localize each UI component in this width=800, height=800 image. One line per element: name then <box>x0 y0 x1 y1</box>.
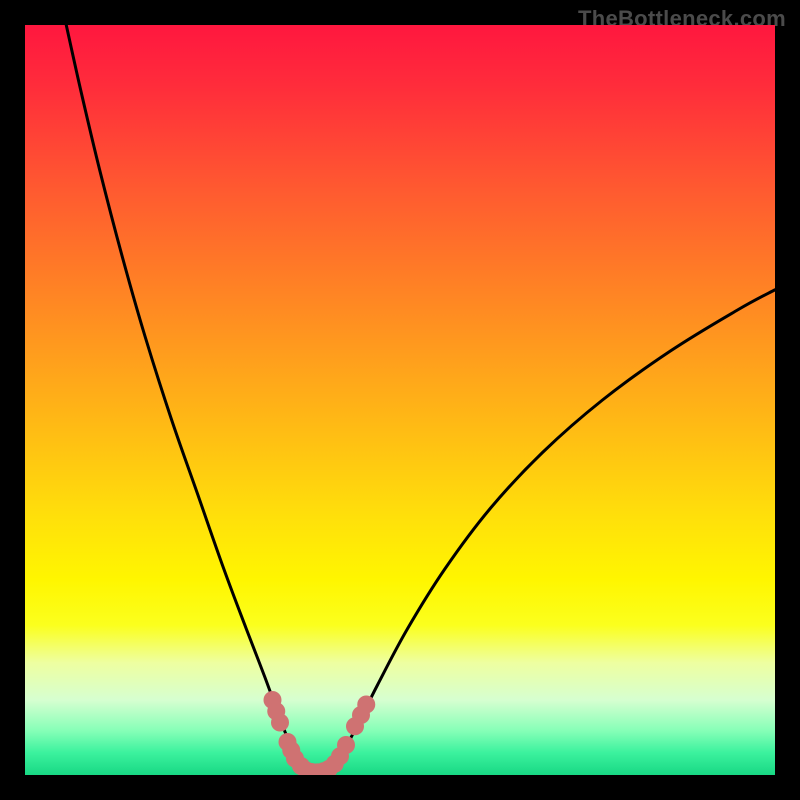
plot-area <box>25 25 775 775</box>
valley-marker <box>357 696 375 714</box>
valley-marker <box>271 714 289 732</box>
markers-layer <box>25 25 775 775</box>
chart-frame: TheBottleneck.com <box>0 0 800 800</box>
valley-markers <box>264 691 376 775</box>
valley-marker <box>337 736 355 754</box>
